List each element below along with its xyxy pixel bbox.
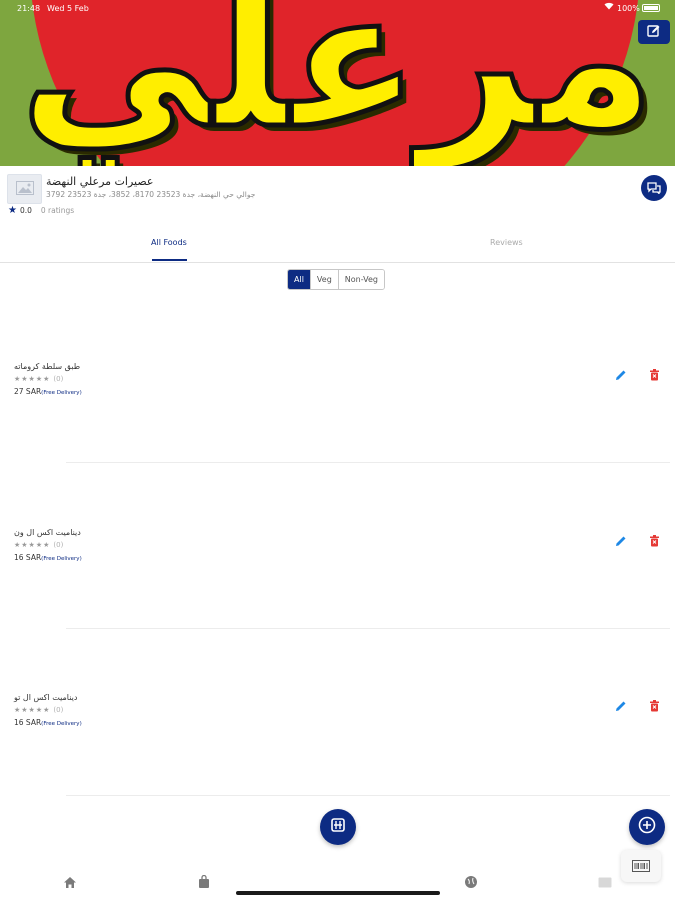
card-icon[interactable] <box>597 875 613 889</box>
pencil-icon <box>615 532 627 551</box>
food-item[interactable]: طبق سلطة كروماته ★★★★★ (0) 27 SAR(Free De… <box>0 362 675 422</box>
home-icon[interactable] <box>62 875 78 889</box>
food-price: 16 SAR <box>14 553 42 562</box>
trash-icon <box>649 697 660 716</box>
list-divider <box>66 795 670 796</box>
delete-food-button[interactable] <box>646 698 662 714</box>
tab-all-foods[interactable]: All Foods <box>151 238 187 247</box>
battery-icon <box>642 4 660 12</box>
filter-non-veg[interactable]: Non-Veg <box>337 270 384 289</box>
food-rating-count: (0) <box>53 375 64 383</box>
free-delivery-label: (Free Delivery) <box>41 556 82 562</box>
chat-icon <box>647 179 661 198</box>
food-price-row: 16 SAR(Free Delivery) <box>14 718 82 727</box>
food-item[interactable]: ديناميت اكس ال ون ★★★★★ (0) 16 SAR(Free D… <box>0 528 675 588</box>
pencil-icon <box>615 697 627 716</box>
tab-reviews[interactable]: Reviews <box>490 238 523 247</box>
edit-food-button[interactable] <box>613 367 629 383</box>
free-delivery-label: (Free Delivery) <box>41 390 82 396</box>
store-image-placeholder <box>7 174 42 204</box>
food-tabs: All Foods Reviews <box>0 230 675 263</box>
trash-icon <box>649 366 660 385</box>
delete-food-button[interactable] <box>646 533 662 549</box>
veg-filter: All Veg Non-Veg <box>287 269 385 290</box>
list-divider <box>66 462 670 463</box>
globe-icon[interactable] <box>463 875 479 889</box>
food-item[interactable]: ديناميت اكس ال تو ★★★★★ (0) 16 SAR(Free D… <box>0 693 675 753</box>
store-banner: مرعلي 21:48 Wed 5 Feb 100% <box>0 0 675 166</box>
food-name: ديناميت اكس ال ون <box>14 528 81 537</box>
status-date: Wed 5 Feb <box>47 4 89 13</box>
edit-square-icon <box>647 23 661 42</box>
filter-all[interactable]: All <box>288 270 310 289</box>
food-price: 27 SAR <box>14 387 42 396</box>
food-rating: ★★★★★ (0) <box>14 706 63 714</box>
add-food-button[interactable] <box>629 809 665 845</box>
edit-store-button[interactable] <box>638 20 670 44</box>
food-rating: ★★★★★ (0) <box>14 541 63 549</box>
battery-percentage: 100% <box>617 4 640 13</box>
wifi-icon <box>604 2 614 13</box>
rating-stars: ★★★★★ <box>14 541 51 549</box>
free-delivery-label: (Free Delivery) <box>41 721 82 727</box>
food-price: 16 SAR <box>14 718 42 727</box>
plus-circle-icon <box>638 816 656 838</box>
chat-button[interactable] <box>641 175 667 201</box>
shopping-bag-icon[interactable] <box>196 875 212 889</box>
status-time: 21:48 <box>17 4 41 13</box>
rating-stars: ★★★★★ <box>14 375 51 383</box>
active-tab-indicator <box>152 259 187 261</box>
edit-food-button[interactable] <box>613 533 629 549</box>
edit-food-button[interactable] <box>613 698 629 714</box>
food-price-row: 27 SAR(Free Delivery) <box>14 387 82 396</box>
filter-veg[interactable]: Veg <box>309 270 338 289</box>
store-address: جوالي حي النهضة، جدة 23523 8170، 3852، ج… <box>46 190 256 199</box>
rating-count: 0 ratings <box>40 206 75 215</box>
restaurant-menu-button[interactable] <box>320 809 356 845</box>
store-name: عصيرات مرعلي النهضة <box>46 175 154 188</box>
food-name: ديناميت اكس ال تو <box>14 693 78 702</box>
delete-food-button[interactable] <box>646 367 662 383</box>
trash-icon <box>649 532 660 551</box>
food-rating-count: (0) <box>53 706 64 714</box>
rating-value: 0.0 <box>19 206 32 215</box>
store-rating: ★ 0.0 0 ratings <box>8 205 74 216</box>
status-bar: 21:48 Wed 5 Feb 100% <box>0 0 675 16</box>
food-rating: ★★★★★ (0) <box>14 375 63 383</box>
home-indicator <box>236 891 440 895</box>
star-icon: ★ <box>8 205 17 216</box>
rating-stars: ★★★★★ <box>14 706 51 714</box>
food-price-row: 16 SAR(Free Delivery) <box>14 553 82 562</box>
food-name: طبق سلطة كروماته <box>14 362 81 371</box>
food-rating-count: (0) <box>53 541 64 549</box>
pencil-icon <box>615 366 627 385</box>
list-divider <box>66 628 670 629</box>
banner-logo-text: مرعلي <box>17 0 661 166</box>
restaurant-menu-icon <box>330 817 346 837</box>
image-placeholder-icon <box>15 180 34 199</box>
